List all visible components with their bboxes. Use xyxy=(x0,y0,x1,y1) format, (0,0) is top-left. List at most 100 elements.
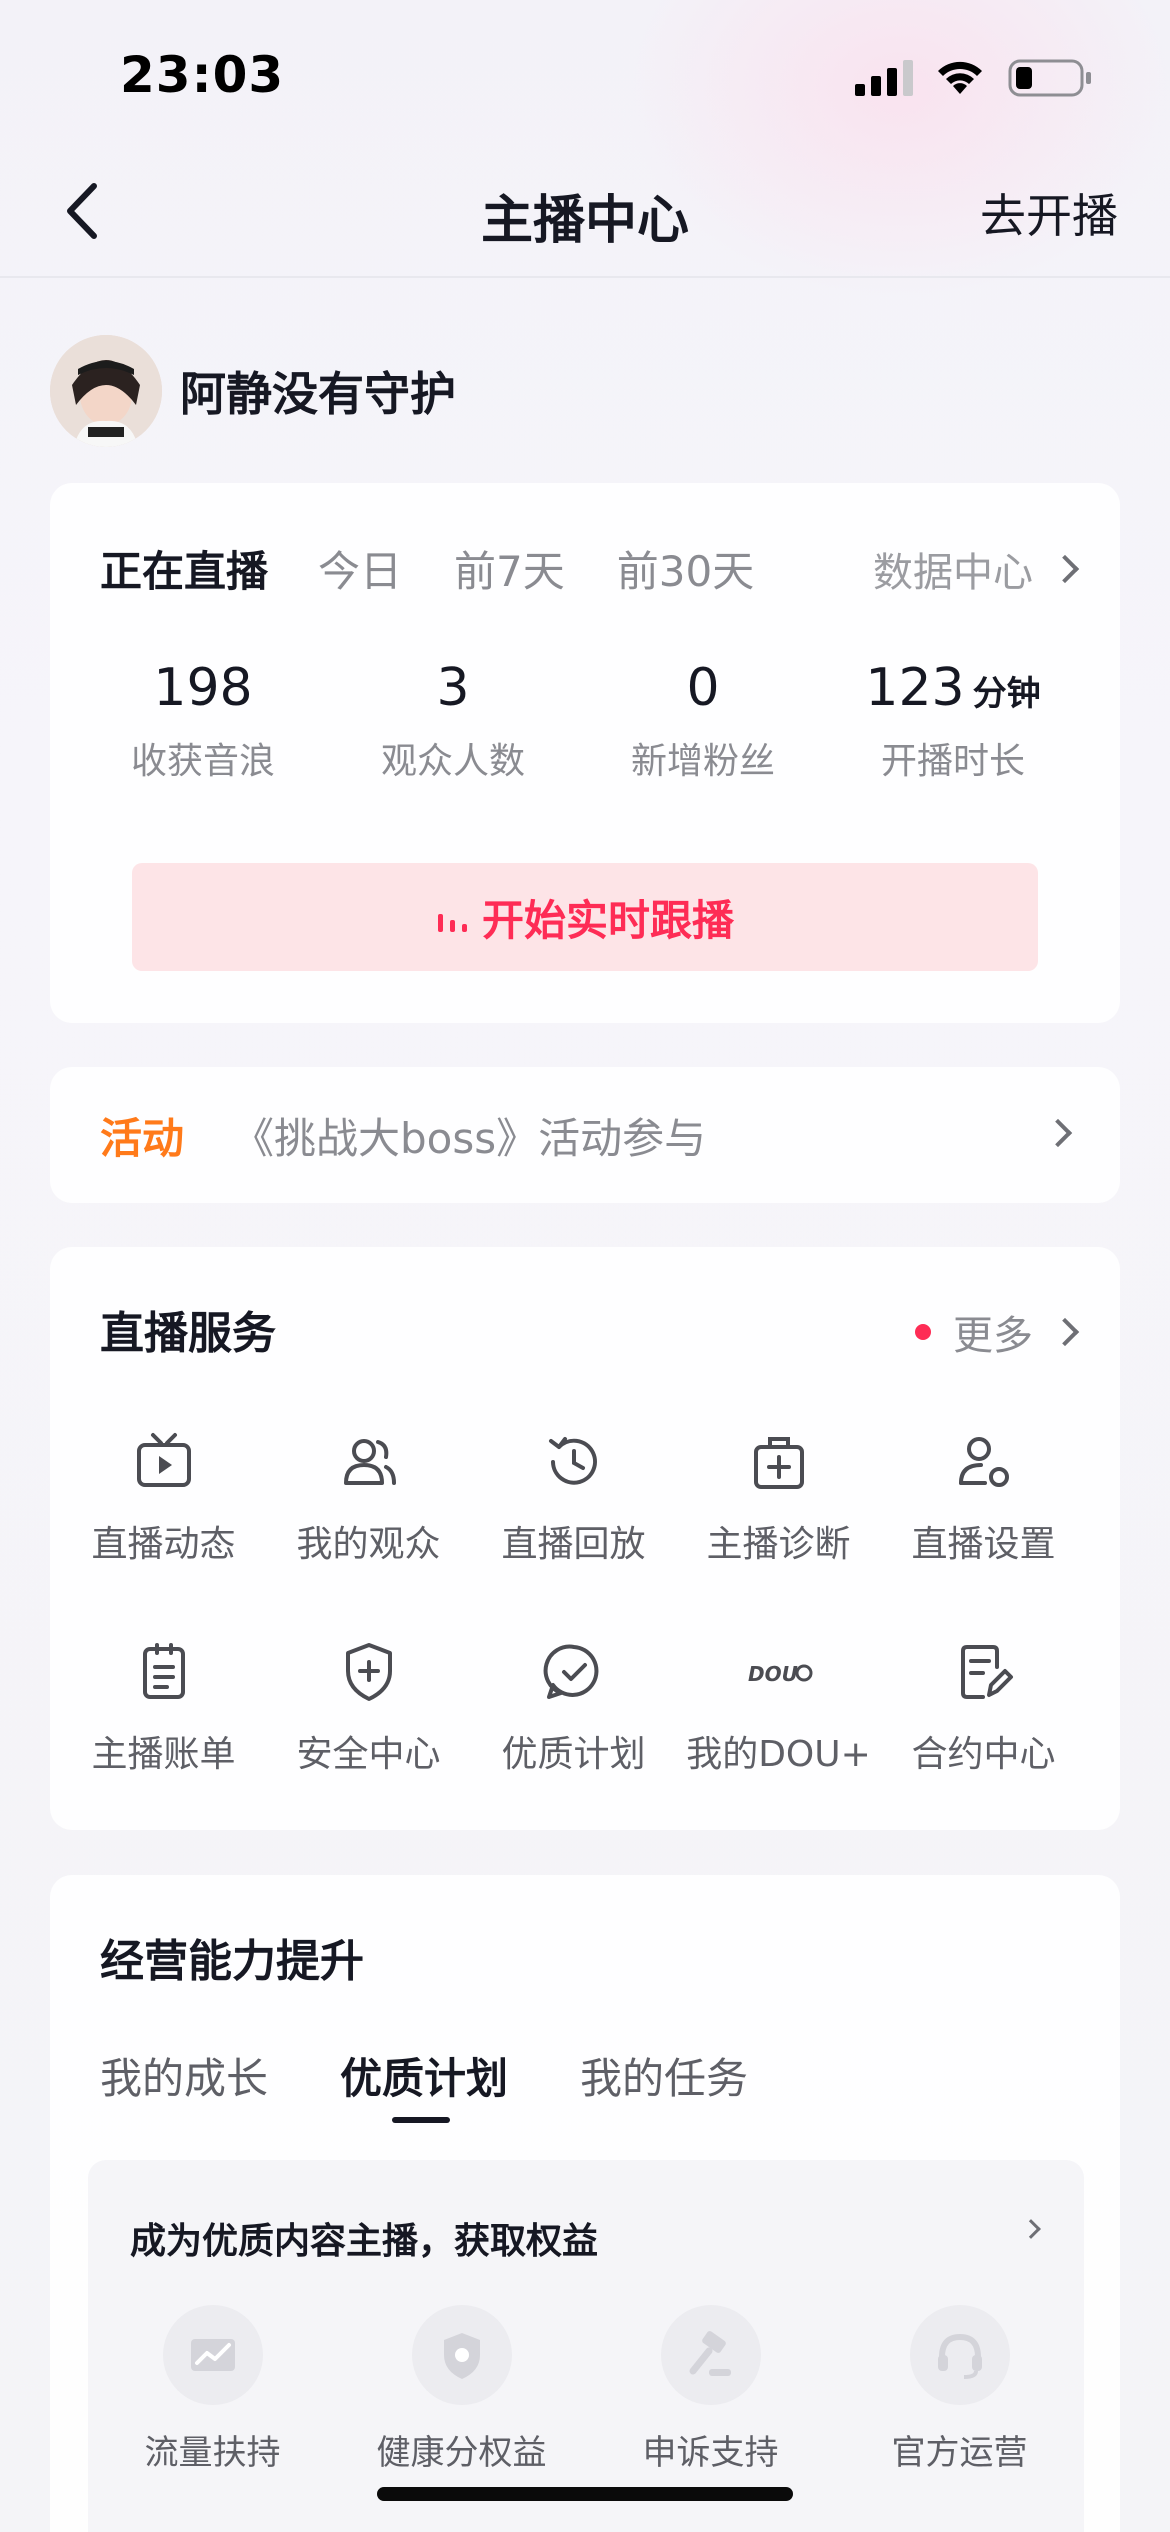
benefit-icon-bg xyxy=(909,2305,1010,2405)
service-contract-center[interactable]: 合约中心 xyxy=(881,1637,1086,1847)
stat-label: 观众人数 xyxy=(380,741,525,782)
benefit-label: 流量扶持 xyxy=(144,2433,281,2473)
data-period-tabs: 正在直播 今日 前7天 前30天 xyxy=(100,538,806,599)
live-stats: 198 收获音浪 3 观众人数 0 新增粉丝 123 分钟 开播时长 xyxy=(50,658,1120,784)
business-growth-card: 经营能力提升 我的成长 优质计划 我的任务 成为优质内容主播，获取权益 流量扶持 xyxy=(50,1875,1120,2532)
service-label: 直播设置 xyxy=(911,1524,1056,1565)
go-live-button[interactable]: 去开播 xyxy=(980,180,1118,246)
notification-dot xyxy=(915,1324,931,1340)
user-settings-icon xyxy=(958,1437,1009,1487)
benefit-title: 成为优质内容主播，获取权益 xyxy=(130,2221,599,2262)
benefit-traffic-support[interactable]: 流量扶持 xyxy=(88,2305,337,2474)
chevron-right-icon xyxy=(1043,1118,1073,1148)
users-icon xyxy=(343,1439,396,1485)
status-time: 23:03 xyxy=(120,46,285,104)
service-label: 优质计划 xyxy=(501,1734,646,1775)
cellular-signal-icon xyxy=(855,60,913,96)
bill-icon xyxy=(142,1643,185,1699)
quality-benefits-panel[interactable]: 成为优质内容主播，获取权益 流量扶持 健康分权益 申诉支持 官方运营 xyxy=(88,2160,1084,2532)
service-live-moments[interactable]: 直播动态 xyxy=(61,1427,266,1637)
service-streamer-diagnosis[interactable]: 主播诊断 xyxy=(676,1427,881,1637)
service-live-replay[interactable]: 直播回放 xyxy=(471,1427,676,1637)
growth-tabs: 我的成长 优质计划 我的任务 xyxy=(100,2045,820,2123)
shield-icon xyxy=(443,2333,480,2379)
chat-check-icon xyxy=(543,1644,598,1699)
stat-sound-waves: 198 收获音浪 xyxy=(78,658,328,784)
stat-live-duration: 123 分钟 开播时长 xyxy=(828,658,1078,784)
activity-text: 《挑战大boss》活动参与 xyxy=(232,1113,707,1163)
benefit-list: 流量扶持 健康分权益 申诉支持 官方运营 xyxy=(88,2305,1084,2474)
benefit-label: 官方运营 xyxy=(891,2433,1028,2473)
tab-my-tasks[interactable]: 我的任务 xyxy=(580,2045,748,2106)
headset-icon xyxy=(937,2333,982,2379)
stat-value: 198 xyxy=(153,658,253,718)
home-indicator[interactable] xyxy=(377,2487,793,2501)
traffic-chart-icon xyxy=(190,2339,235,2371)
follow-button-label: 开始实时跟播 xyxy=(481,895,734,945)
section-title: 直播服务 xyxy=(100,1308,276,1359)
service-live-settings[interactable]: 直播设置 xyxy=(881,1427,1086,1637)
service-security-center[interactable]: 安全中心 xyxy=(266,1637,471,1847)
more-services-link[interactable]: 更多 xyxy=(915,1303,1080,1361)
stat-viewers: 3 观众人数 xyxy=(328,658,578,784)
benefit-icon-bg xyxy=(162,2305,263,2405)
tv-play-icon xyxy=(136,1433,191,1487)
tab-today[interactable]: 今日 xyxy=(318,538,402,599)
stat-value: 3 xyxy=(436,658,470,718)
service-label: 直播回放 xyxy=(501,1524,646,1565)
activity-banner[interactable]: 活动 《挑战大boss》活动参与 xyxy=(50,1067,1120,1203)
data-center-link[interactable]: 数据中心 xyxy=(873,540,1080,598)
username: 阿静没有守护 xyxy=(180,367,456,421)
benefit-icon-bg xyxy=(411,2305,512,2405)
more-label: 更多 xyxy=(953,1313,1033,1359)
dou-plus-icon: DOU xyxy=(748,1662,812,1686)
live-services-card: 直播服务 更多 直播动态 我的观众 直播回放 主播诊断 直播设置 主播账单 安全… xyxy=(50,1247,1120,1830)
stat-value: 0 xyxy=(686,658,720,718)
start-realtime-follow-button[interactable]: 开始实时跟播 xyxy=(132,863,1038,971)
active-tab-indicator xyxy=(392,2117,451,2123)
battery-icon xyxy=(1008,59,1091,97)
wifi-icon xyxy=(938,61,982,94)
activity-tag: 活动 xyxy=(100,1113,185,1163)
service-label: 我的DOU+ xyxy=(686,1734,871,1775)
status-bar: 23:03 xyxy=(0,0,1170,150)
service-streamer-bill[interactable]: 主播账单 xyxy=(61,1637,266,1847)
contract-edit-icon xyxy=(960,1645,1013,1699)
chevron-right-icon xyxy=(1050,1317,1080,1347)
service-label: 主播诊断 xyxy=(706,1524,851,1565)
medical-kit-icon xyxy=(753,1437,804,1489)
service-label: 安全中心 xyxy=(296,1734,441,1775)
section-title: 经营能力提升 xyxy=(100,1936,364,1987)
tab-live-now[interactable]: 正在直播 xyxy=(100,538,268,599)
stat-label: 新增粉丝 xyxy=(630,741,775,782)
benefit-health-score[interactable]: 健康分权益 xyxy=(337,2305,586,2474)
service-label: 合约中心 xyxy=(911,1734,1056,1775)
benefit-official-operation[interactable]: 官方运营 xyxy=(835,2305,1084,2474)
tab-label: 优质计划 xyxy=(340,2054,509,2103)
service-my-audience[interactable]: 我的观众 xyxy=(266,1427,471,1637)
service-label: 主播账单 xyxy=(91,1734,236,1775)
tab-30-days[interactable]: 前30天 xyxy=(617,538,754,599)
avatar[interactable] xyxy=(50,335,162,447)
service-label: 我的观众 xyxy=(296,1524,441,1565)
service-my-dou-plus[interactable]: DOU 我的DOU+ xyxy=(676,1637,881,1847)
bars-icon xyxy=(437,914,467,932)
service-quality-plan[interactable]: 优质计划 xyxy=(471,1637,676,1847)
benefit-appeal-support[interactable]: 申诉支持 xyxy=(586,2305,835,2474)
data-center-label: 数据中心 xyxy=(873,550,1033,596)
tab-my-growth[interactable]: 我的成长 xyxy=(100,2045,268,2106)
stat-unit: 分钟 xyxy=(972,674,1041,714)
benefit-label: 健康分权益 xyxy=(376,2433,547,2473)
shield-plus-icon xyxy=(345,1643,392,1701)
profile-header[interactable]: 阿静没有守护 xyxy=(50,335,456,447)
services-grid: 直播动态 我的观众 直播回放 主播诊断 直播设置 主播账单 安全中心 优质计划 … xyxy=(50,1427,1120,1847)
stat-new-followers: 0 新增粉丝 xyxy=(578,658,828,784)
chevron-right-icon xyxy=(1050,554,1080,584)
nav-bar: 主播中心 去开播 xyxy=(0,150,1170,278)
svg-text:DOU: DOU xyxy=(748,1662,798,1686)
tab-quality-plan[interactable]: 优质计划 xyxy=(340,2045,509,2123)
chevron-right-icon xyxy=(1021,2219,1041,2239)
live-data-card: 正在直播 今日 前7天 前30天 数据中心 198 收获音浪 3 观众人数 0 … xyxy=(50,483,1120,1023)
stat-value: 123 分钟 xyxy=(865,658,1041,718)
tab-7-days[interactable]: 前7天 xyxy=(454,538,565,599)
